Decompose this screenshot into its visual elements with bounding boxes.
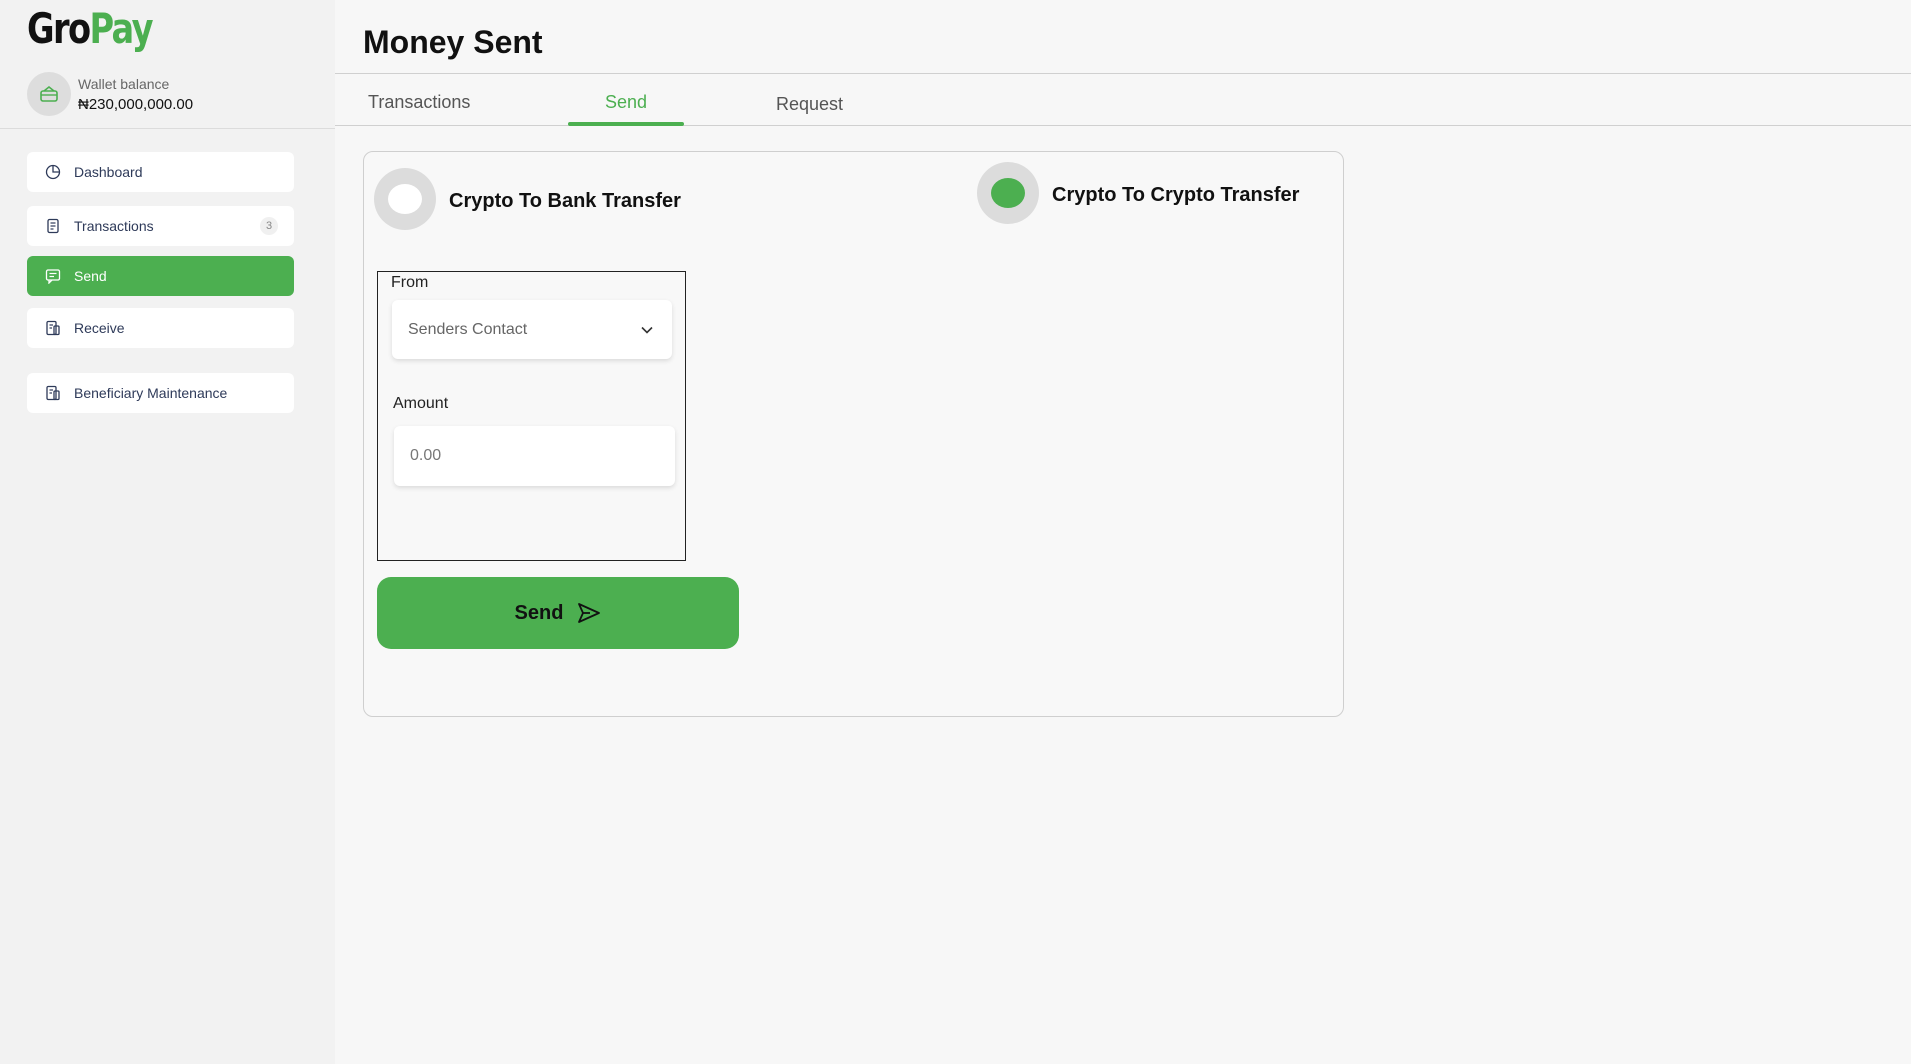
sidebar-divider xyxy=(0,128,335,129)
send-button[interactable]: Send xyxy=(377,577,739,649)
sidebar-item-transactions[interactable]: Transactions 3 xyxy=(27,206,294,246)
amount-label: Amount xyxy=(393,395,449,412)
receipt-icon xyxy=(44,217,62,235)
logo-part-gro: Gro xyxy=(27,4,91,53)
sidebar-item-label: Dashboard xyxy=(74,164,143,180)
sidebar-item-beneficiary-maintenance[interactable]: Beneficiary Maintenance xyxy=(27,373,294,413)
sidebar-item-label: Receive xyxy=(74,320,125,336)
tab-send[interactable]: Send xyxy=(568,92,684,126)
from-label: From xyxy=(391,274,429,291)
radio-crypto-to-bank[interactable] xyxy=(374,168,436,230)
send-button-label: Send xyxy=(514,601,564,624)
radio-label-crypto-to-bank[interactable]: Crypto To Bank Transfer xyxy=(449,190,681,213)
tab-transactions[interactable]: Transactions xyxy=(368,92,488,126)
sidebar-item-label: Transactions xyxy=(74,218,154,234)
header-divider xyxy=(335,73,1911,74)
from-select[interactable]: Senders Contact xyxy=(392,300,672,359)
active-tab-indicator xyxy=(568,122,684,126)
radio-label-crypto-to-crypto[interactable]: Crypto To Crypto Transfer xyxy=(1052,184,1299,207)
sidebar-item-label: Send xyxy=(74,268,107,284)
document-icon xyxy=(44,384,62,402)
amount-input[interactable]: 0.00 xyxy=(394,426,675,486)
transfer-form: From Senders Contact Amount 0.00 xyxy=(377,271,686,561)
amount-placeholder: 0.00 xyxy=(410,447,442,464)
radio-dot-unchecked xyxy=(388,184,422,214)
sidebar-item-dashboard[interactable]: Dashboard xyxy=(27,152,294,192)
chevron-down-icon xyxy=(640,322,654,340)
wallet-icon xyxy=(27,72,71,116)
gropay-logo[interactable]: GroPay xyxy=(27,4,154,53)
wallet-balance-amount: ₦230,000,000.00 xyxy=(78,96,194,113)
page-title: Money Sent xyxy=(363,24,543,60)
sidebar: GroPay Wallet balance ₦230,000,000.00 Da… xyxy=(0,0,335,1064)
transactions-count-badge: 3 xyxy=(260,217,278,235)
send-money-card: Crypto To Bank Transfer Crypto To Crypto… xyxy=(363,151,1344,717)
paper-plane-icon xyxy=(577,602,601,624)
radio-dot-checked xyxy=(991,178,1025,208)
wallet-balance-label: Wallet balance xyxy=(78,76,170,92)
document-icon xyxy=(44,319,62,337)
from-select-value: Senders Contact xyxy=(408,320,528,338)
radio-crypto-to-crypto[interactable] xyxy=(977,162,1039,224)
pie-chart-icon xyxy=(44,163,62,181)
tab-request[interactable]: Request xyxy=(776,94,843,128)
sidebar-item-send[interactable]: Send xyxy=(27,256,294,296)
logo-part-pay: Pay xyxy=(89,4,153,53)
message-icon xyxy=(44,267,62,285)
sidebar-item-receive[interactable]: Receive xyxy=(27,308,294,348)
sidebar-item-label: Beneficiary Maintenance xyxy=(74,385,228,401)
